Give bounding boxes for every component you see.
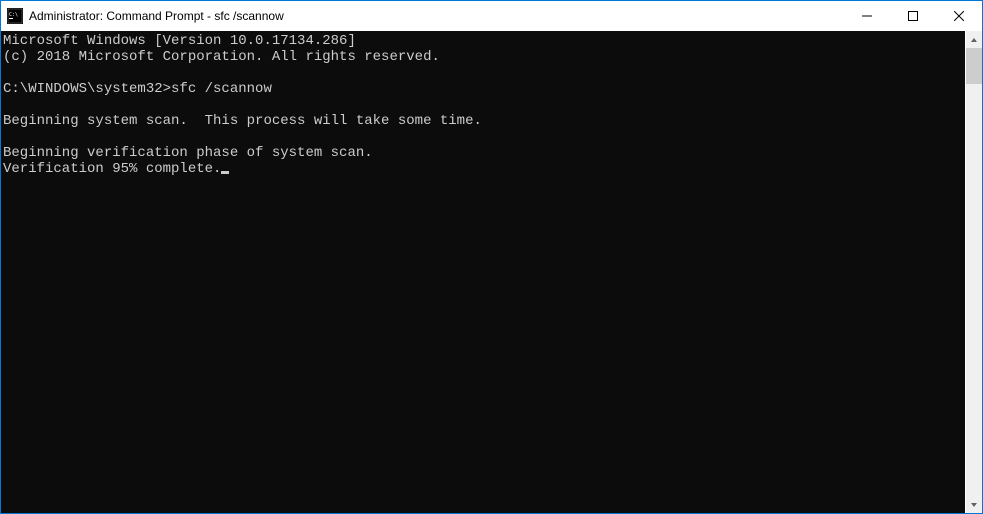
svg-text:C:\: C:\ — [9, 12, 18, 18]
terminal-line: Beginning verification phase of system s… — [3, 145, 965, 161]
vertical-scrollbar[interactable] — [965, 31, 982, 513]
terminal-output[interactable]: Microsoft Windows [Version 10.0.17134.28… — [1, 31, 965, 513]
app-icon: C:\ — [7, 8, 23, 24]
cursor — [221, 171, 229, 174]
minimize-button[interactable] — [844, 1, 890, 31]
scroll-thumb[interactable] — [966, 48, 982, 84]
terminal-line — [3, 65, 965, 81]
terminal-client-area: Microsoft Windows [Version 10.0.17134.28… — [1, 31, 982, 513]
terminal-line: Microsoft Windows [Version 10.0.17134.28… — [3, 33, 965, 49]
maximize-button[interactable] — [890, 1, 936, 31]
terminal-line: (c) 2018 Microsoft Corporation. All righ… — [3, 49, 965, 65]
terminal-line: Beginning system scan. This process will… — [3, 113, 965, 129]
scroll-track[interactable] — [966, 48, 982, 496]
window-title: Administrator: Command Prompt - sfc /sca… — [29, 9, 844, 23]
command-prompt-window: C:\ Administrator: Command Prompt - sfc … — [0, 0, 983, 514]
terminal-line — [3, 97, 965, 113]
scroll-down-button[interactable] — [966, 496, 982, 513]
window-controls — [844, 1, 982, 31]
terminal-line: Verification 95% complete. — [3, 161, 965, 177]
terminal-line — [3, 129, 965, 145]
close-button[interactable] — [936, 1, 982, 31]
titlebar[interactable]: C:\ Administrator: Command Prompt - sfc … — [1, 1, 982, 31]
terminal-line: C:\WINDOWS\system32>sfc /scannow — [3, 81, 965, 97]
scroll-up-button[interactable] — [966, 31, 982, 48]
